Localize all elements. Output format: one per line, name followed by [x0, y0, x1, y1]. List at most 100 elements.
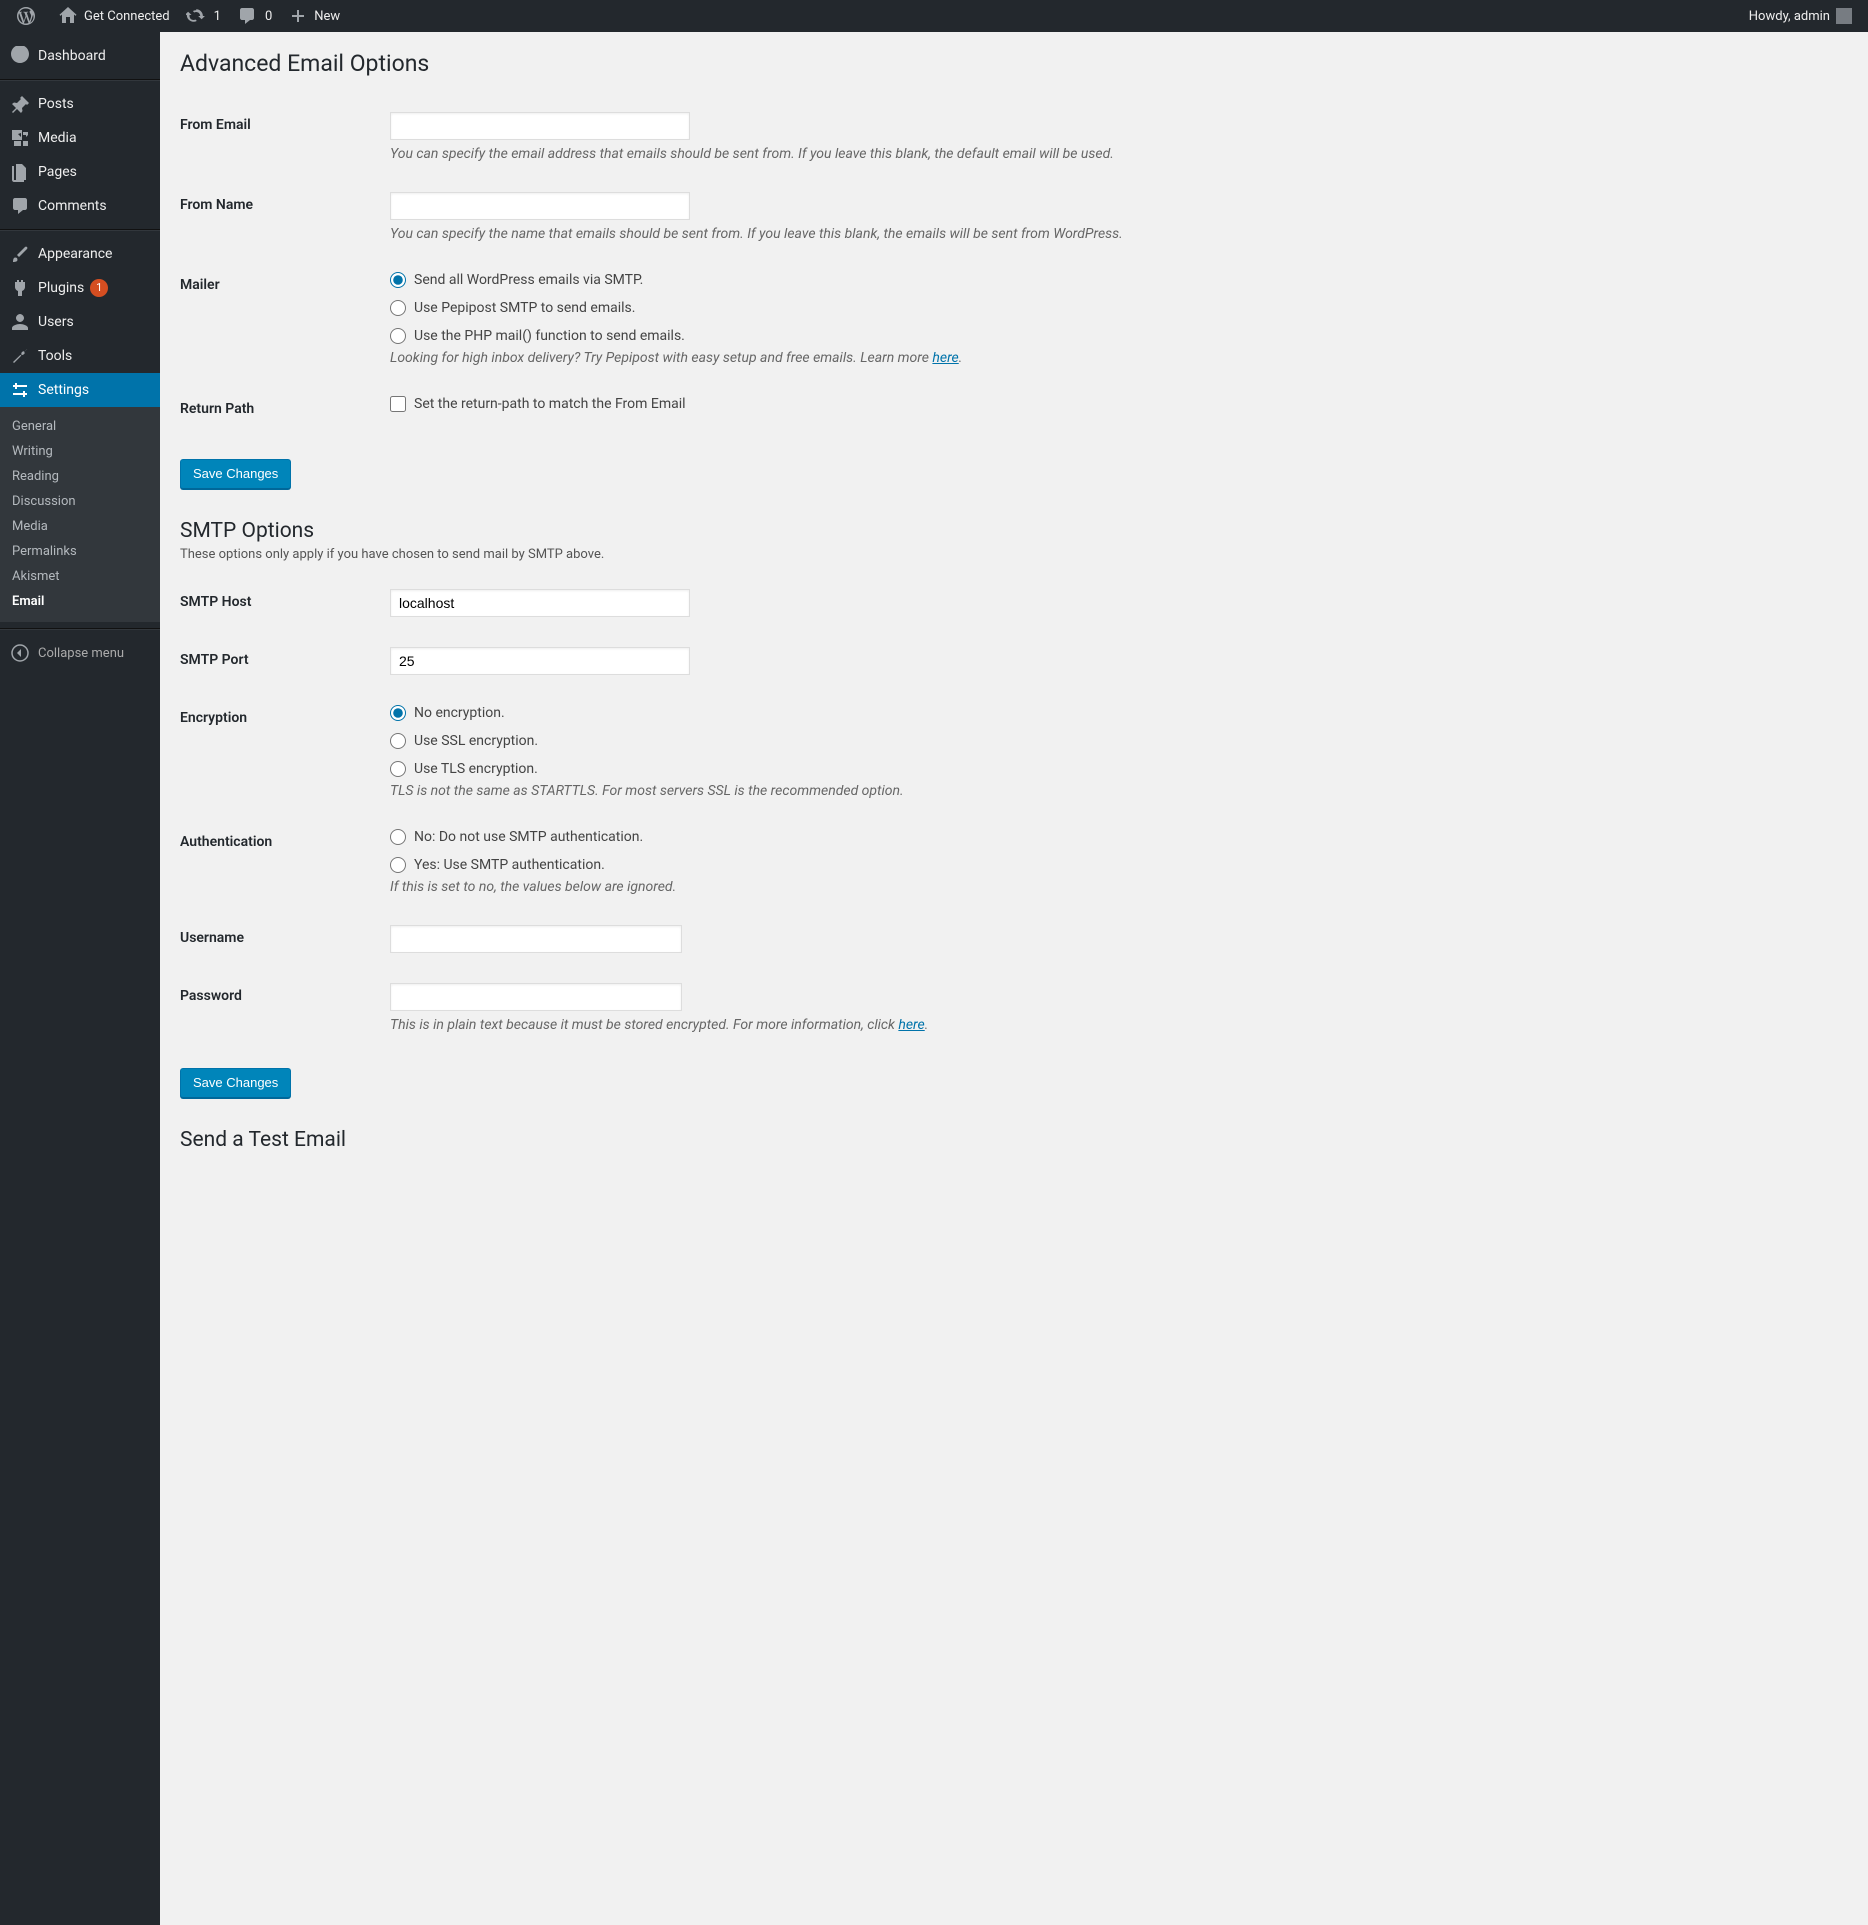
return-path-checkbox[interactable] — [390, 396, 406, 412]
auth-radio-no[interactable] — [390, 829, 406, 845]
from-name-desc: You can specify the name that emails sho… — [390, 226, 1838, 242]
sidebar-item-settings[interactable]: Settings — [0, 373, 160, 407]
submenu-general[interactable]: General — [0, 414, 160, 439]
sidebar-item-plugins[interactable]: Plugins 1 — [0, 271, 160, 305]
save-changes-button-2[interactable]: Save Changes — [180, 1068, 291, 1098]
mailer-option-pepipost[interactable]: Use Pepipost SMTP to send emails. — [390, 300, 1838, 316]
page-title: Advanced Email Options — [180, 50, 1848, 77]
auth-desc: If this is set to no, the values below a… — [390, 879, 1838, 895]
encryption-option-ssl[interactable]: Use SSL encryption. — [390, 733, 1838, 749]
howdy-prefix: Howdy, — [1749, 9, 1791, 24]
wp-logo[interactable] — [8, 0, 50, 32]
home-icon — [58, 6, 78, 26]
username-label: Username — [180, 910, 380, 968]
page-icon — [10, 162, 30, 182]
sidebar-item-dashboard[interactable]: Dashboard — [0, 39, 160, 73]
smtp-port-label: SMTP Port — [180, 632, 380, 690]
smtp-host-label: SMTP Host — [180, 574, 380, 632]
user-icon — [10, 312, 30, 332]
encryption-option-none[interactable]: No encryption. — [390, 705, 1838, 721]
submenu-discussion[interactable]: Discussion — [0, 489, 160, 514]
sidebar-item-pages[interactable]: Pages — [0, 155, 160, 189]
sidebar-item-comments[interactable]: Comments — [0, 189, 160, 223]
mailer-radio-smtp[interactable] — [390, 272, 406, 288]
sidebar-item-posts[interactable]: Posts — [0, 87, 160, 121]
settings-submenu: General Writing Reading Discussion Media… — [0, 407, 160, 622]
test-email-heading: Send a Test Email — [180, 1128, 1848, 1152]
wordpress-icon — [16, 6, 36, 26]
smtp-host-input[interactable] — [390, 589, 690, 617]
submenu-reading[interactable]: Reading — [0, 464, 160, 489]
password-label: Password — [180, 968, 380, 1048]
submenu-akismet[interactable]: Akismet — [0, 564, 160, 589]
sliders-icon — [10, 380, 30, 400]
mailer-option-smtp[interactable]: Send all WordPress emails via SMTP. — [390, 272, 1838, 288]
admin-bar: Get Connected 1 0 New Howdy, admin — [0, 0, 1868, 32]
comment-icon — [10, 196, 30, 216]
encryption-radio-none[interactable] — [390, 705, 406, 721]
return-path-label: Return Path — [180, 381, 380, 439]
from-email-desc: You can specify the email address that e… — [390, 146, 1838, 162]
encryption-radio-ssl[interactable] — [390, 733, 406, 749]
pin-icon — [10, 94, 30, 114]
from-email-input[interactable] — [390, 112, 690, 140]
submenu-email[interactable]: Email — [0, 589, 160, 614]
main-content: Advanced Email Options From Email You ca… — [160, 0, 1868, 1176]
mailer-radio-pepipost[interactable] — [390, 300, 406, 316]
from-name-label: From Name — [180, 177, 380, 257]
mailer-option-phpmail[interactable]: Use the PHP mail() function to send emai… — [390, 328, 1838, 344]
collapse-menu[interactable]: Collapse menu — [0, 636, 160, 670]
avatar — [1836, 8, 1852, 24]
sidebar-item-media[interactable]: Media — [0, 121, 160, 155]
collapse-icon — [10, 643, 30, 663]
updates-count: 1 — [214, 9, 221, 24]
mailer-radio-phpmail[interactable] — [390, 328, 406, 344]
comments-link[interactable]: 0 — [229, 0, 280, 32]
mailer-label: Mailer — [180, 257, 380, 381]
mailer-desc: Looking for high inbox delivery? Try Pep… — [390, 350, 1838, 366]
username-input[interactable] — [390, 925, 682, 953]
account-link[interactable]: Howdy, admin — [1741, 0, 1860, 32]
brush-icon — [10, 244, 30, 264]
new-content-link[interactable]: New — [280, 0, 348, 32]
update-icon — [186, 6, 206, 26]
submenu-media[interactable]: Media — [0, 514, 160, 539]
user-name: admin — [1794, 9, 1830, 24]
updates-link[interactable]: 1 — [178, 0, 229, 32]
auth-radio-yes[interactable] — [390, 857, 406, 873]
plugins-update-badge: 1 — [90, 279, 108, 297]
auth-label: Authentication — [180, 814, 380, 910]
password-desc: This is in plain text because it must be… — [390, 1017, 1838, 1033]
submenu-permalinks[interactable]: Permalinks — [0, 539, 160, 564]
plus-icon — [288, 6, 308, 26]
smtp-port-input[interactable] — [390, 647, 690, 675]
auth-option-yes[interactable]: Yes: Use SMTP authentication. — [390, 857, 1838, 873]
comment-icon — [237, 6, 257, 26]
encryption-desc: TLS is not the same as STARTTLS. For mos… — [390, 783, 1838, 799]
sidebar-item-appearance[interactable]: Appearance — [0, 237, 160, 271]
new-label: New — [314, 9, 340, 24]
save-changes-button-1[interactable]: Save Changes — [180, 459, 291, 489]
sidebar-item-tools[interactable]: Tools — [0, 339, 160, 373]
from-email-label: From Email — [180, 97, 380, 177]
site-name: Get Connected — [84, 9, 170, 24]
dashboard-icon — [10, 46, 30, 66]
encryption-radio-tls[interactable] — [390, 761, 406, 777]
encryption-option-tls[interactable]: Use TLS encryption. — [390, 761, 1838, 777]
auth-option-no[interactable]: No: Do not use SMTP authentication. — [390, 829, 1838, 845]
wrench-icon — [10, 346, 30, 366]
site-name-link[interactable]: Get Connected — [50, 0, 178, 32]
return-path-option[interactable]: Set the return-path to match the From Em… — [390, 396, 1838, 412]
password-info-link[interactable]: here — [898, 1017, 924, 1033]
submenu-writing[interactable]: Writing — [0, 439, 160, 464]
password-input[interactable] — [390, 983, 682, 1011]
comments-count: 0 — [265, 9, 272, 24]
smtp-options-heading: SMTP Options — [180, 519, 1848, 543]
smtp-options-sub: These options only apply if you have cho… — [180, 547, 1848, 562]
from-name-input[interactable] — [390, 192, 690, 220]
sidebar-item-users[interactable]: Users — [0, 305, 160, 339]
media-icon — [10, 128, 30, 148]
admin-sidebar: Dashboard Posts Media Pages Comments App… — [0, 32, 160, 1925]
pepipost-link[interactable]: here — [932, 350, 958, 366]
plug-icon — [10, 278, 30, 298]
